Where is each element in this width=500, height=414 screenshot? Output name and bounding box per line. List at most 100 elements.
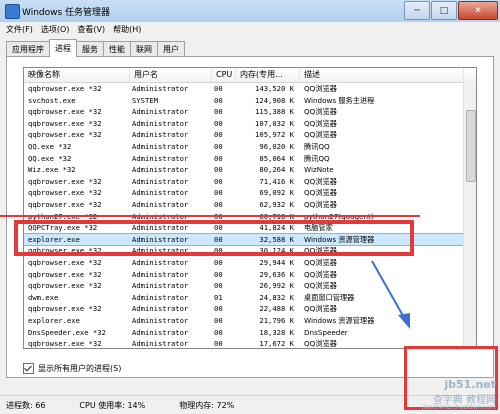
process-user: Administrator [132,281,189,291]
physical-memory: 物理内存: 72% [179,401,235,410]
process-memory: 105,972 K [255,130,294,140]
process-cpu: 00 [214,188,223,198]
tab-services[interactable]: 服务 [76,41,104,57]
tab-processes[interactable]: 进程 [49,39,77,57]
column-user-name[interactable]: 用户名 [130,68,212,82]
process-row[interactable]: qqbrowser.exe *32 Administrator 00 69,092 K… [24,187,476,199]
checkbox-checked-icon[interactable] [23,363,34,374]
maximize-button[interactable]: □ [431,1,457,20]
process-name: QQPCTray.exe *32 [28,223,98,233]
show-all-users-label: 显示所有用户的进程(S) [38,364,122,373]
process-row[interactable]: qqbrowser.exe *32 Administrator 00 71,416 K… [24,176,476,188]
process-memory: 24,832 K [259,292,294,302]
process-name: qqbrowser.exe *32 [28,258,102,267]
process-memory: 18,328 K [259,327,294,337]
process-memory: 26,992 K [259,281,294,291]
process-user: Administrator [132,234,189,244]
column-cpu[interactable]: CPU [212,68,236,82]
process-description: 电脑管家 [304,223,333,233]
tab-performance[interactable]: 性能 [103,41,131,57]
process-description: QQ浏览器 [304,200,337,209]
process-row[interactable]: qqbrowser.exe *32 Administrator 00 17,672 K… [24,338,476,349]
process-name: qqbrowser.exe *32 [28,339,102,349]
process-name: explorer.exe [28,234,80,244]
process-count: 进程数: 66 [6,401,46,410]
process-memory: 62,932 K [259,200,294,209]
process-user: Administrator [132,153,189,163]
process-memory: 21,796 K [259,316,294,325]
process-description: QQ浏览器 [304,188,337,198]
process-row[interactable]: qqbrowser.exe *32 Administrator 00 62,932 K… [24,199,476,211]
process-user: Administrator [132,142,189,151]
show-all-users-checkbox[interactable]: 显示所有用户的进程(S) [23,363,121,374]
scrollbar-thumb[interactable] [466,110,476,182]
process-cpu: 00 [214,339,223,349]
process-description: Windows 服务主进程 [304,95,375,105]
process-row[interactable]: qqbrowser.exe *32 Administrator 00 143,520 … [24,83,476,95]
column-image-name[interactable]: 映像名称 [24,68,130,82]
menu-help[interactable]: 帮助(H) [113,24,141,35]
process-name: Wiz.exe *32 [28,165,76,175]
tab-networking[interactable]: 联网 [130,41,158,57]
process-name: DnsSpeeder.exe *32 [28,327,106,337]
process-description: QQ浏览器 [304,176,337,186]
menu-options[interactable]: 选项(O) [41,24,70,35]
menu-file[interactable]: 文件(F) [6,24,33,35]
process-cpu: 00 [214,118,223,128]
menu-bar: 文件(F) 选项(O) 查看(V) 帮助(H) [0,22,500,37]
process-name: qqbrowser.exe *32 [28,176,102,186]
column-description[interactable]: 描述 [300,68,464,82]
process-description: QQ浏览器 [304,130,337,140]
cpu-usage: CPU 使用率: 14% [79,401,146,410]
process-row[interactable]: qqbrowser.exe *32 Administrator 00 115,388 … [24,106,476,118]
process-cpu: 01 [214,292,223,302]
close-button[interactable]: ✕ [458,1,498,20]
process-name: qqbrowser.exe *32 [28,246,102,256]
process-row[interactable]: Wiz.exe *32 Administrator 00 80,264 K WizNot… [24,164,476,176]
process-cpu: 00 [214,246,223,256]
process-name: QQ.exe *32 [28,142,72,151]
process-cpu: 00 [214,200,223,209]
watermark-line1: jb51.net [444,378,496,391]
process-user: Administrator [132,200,189,209]
process-user: Administrator [132,339,189,349]
process-description: QQ浏览器 [304,118,337,128]
process-memory: 143,520 K [255,84,294,93]
process-memory: 71,416 K [259,176,294,186]
process-user: Administrator [132,269,189,279]
process-memory: 29,636 K [259,269,294,279]
process-row[interactable]: QQ.exe *32 Administrator 00 85,064 K 腾讯QQ [24,153,476,165]
process-row[interactable]: svchost.exe SYSTEM 00 124,908 K Windows 服务主进… [24,95,476,107]
menu-view[interactable]: 查看(V) [77,24,105,35]
process-cpu: 00 [214,84,223,93]
process-cpu: 00 [214,258,223,267]
process-row[interactable]: QQPCTray.exe *32 Administrator 00 41,824 K 电… [24,222,476,234]
process-description: WizNote [304,165,334,175]
arrow-icon [371,260,410,329]
minimize-button[interactable]: ─ [404,1,430,20]
vertical-scrollbar[interactable] [463,82,476,348]
process-cpu: 00 [214,176,223,186]
process-name: qqbrowser.exe *32 [28,118,102,128]
process-row[interactable]: explorer.exe Administrator 00 32,588 K Windo… [24,232,476,247]
process-cpu: 00 [214,316,223,325]
process-cpu: 00 [214,234,223,244]
process-user: Administrator [132,316,189,325]
tab-applications[interactable]: 应用程序 [6,41,50,57]
process-memory: 32,588 K [259,234,294,244]
process-memory: 115,388 K [255,107,294,117]
process-row[interactable]: QQ.exe *32 Administrator 00 96,020 K 腾讯QQ [24,141,476,153]
process-row[interactable]: qqbrowser.exe *32 Administrator 00 105,972 … [24,129,476,141]
process-name: qqbrowser.exe *32 [28,281,102,291]
window-controls: ─ □ ✕ [403,1,498,20]
process-name: explorer.exe [28,316,80,325]
process-memory: 69,092 K [259,188,294,198]
process-user: Administrator [132,165,189,175]
process-description: QQ浏览器 [304,339,337,349]
column-memory[interactable]: 内存(专用... [236,68,300,82]
task-manager-icon [5,4,20,19]
process-name: qqbrowser.exe *32 [28,84,102,93]
process-memory: 29,944 K [259,258,294,267]
process-row[interactable]: qqbrowser.exe *32 Administrator 00 107,032 … [24,118,476,130]
tab-users[interactable]: 用户 [157,41,185,57]
